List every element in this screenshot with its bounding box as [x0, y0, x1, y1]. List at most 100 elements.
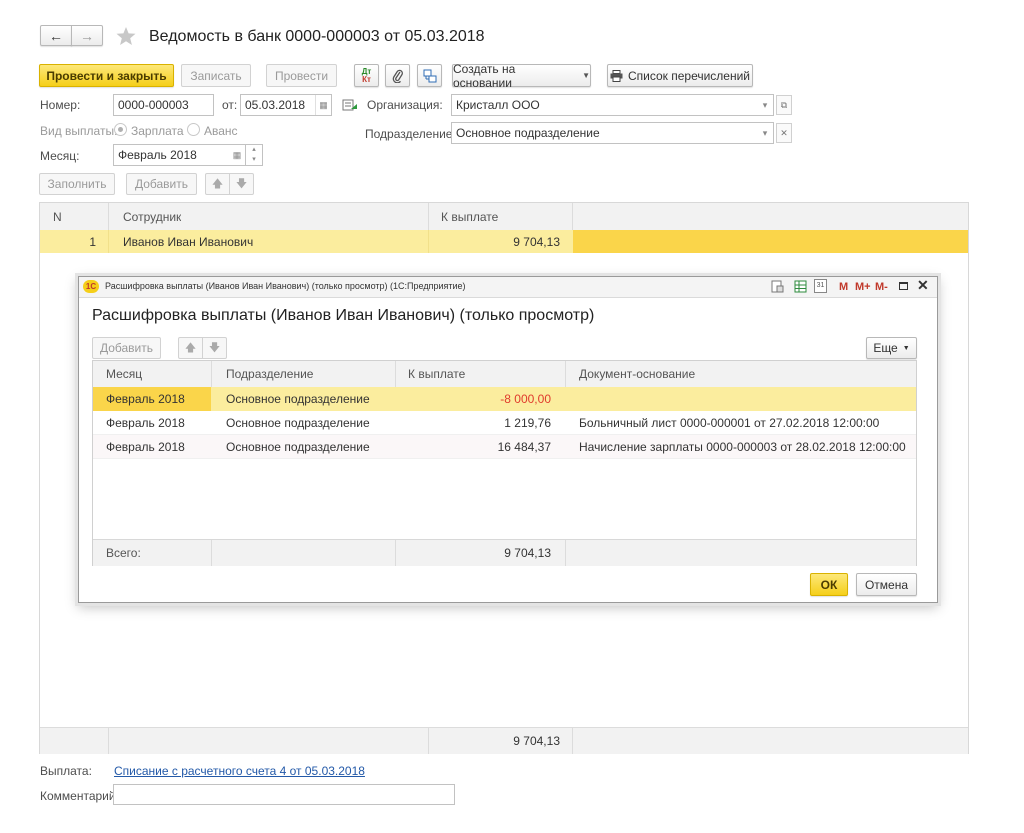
structure-button[interactable]: [417, 64, 442, 87]
payment-breakdown-dialog: 1С Расшифровка выплаты (Иванов Иван Иван…: [78, 276, 938, 603]
fill-label: Заполнить: [47, 177, 107, 191]
header-basis-document[interactable]: Документ-основание: [579, 367, 695, 381]
number-field[interactable]: 0000-000003: [113, 94, 214, 116]
column-divider: [108, 728, 109, 754]
cancel-label: Отмена: [864, 577, 909, 592]
table-row[interactable]: Февраль 2018 Основное подразделение 16 4…: [93, 435, 916, 459]
number-label: Номер:: [40, 98, 81, 112]
ok-label: ОК: [820, 577, 838, 592]
row-month: Февраль 2018: [106, 416, 185, 430]
organization-field[interactable]: Кристалл ООО ▾: [451, 94, 774, 116]
cancel-button[interactable]: Отмена: [856, 573, 917, 596]
list-transfers-label: Список перечислений: [627, 68, 751, 83]
dialog-move-down-button[interactable]: 🡇: [202, 337, 227, 359]
radio-advance[interactable]: [187, 123, 200, 136]
table-row[interactable]: 1 Иванов Иван Иванович 9 704,13: [40, 230, 968, 253]
column-divider: [565, 540, 566, 566]
header-employee[interactable]: Сотрудник: [123, 210, 181, 224]
total-value: 9 704,13: [504, 546, 551, 560]
post-label: Провести: [274, 68, 329, 83]
more-button[interactable]: Еще ▼: [866, 337, 917, 359]
chevron-down-icon: ▼: [582, 71, 590, 80]
row-employee: Иванов Иван Иванович: [123, 235, 254, 249]
ok-button[interactable]: ОК: [810, 573, 848, 596]
move-up-button[interactable]: 🡅: [205, 173, 230, 195]
table-row[interactable]: Февраль 2018 Основное подразделение 1 21…: [93, 411, 916, 435]
arrow-down-icon: 🡇: [208, 341, 221, 354]
date-label: от:: [222, 98, 238, 112]
save-button[interactable]: Записать: [181, 64, 251, 87]
table-footer: Всего: 9 704,13: [93, 539, 916, 566]
print-preview-icon[interactable]: [771, 280, 784, 297]
arrow-right-icon: →: [80, 27, 94, 44]
dropdown-arrow-icon[interactable]: ▾: [757, 123, 773, 143]
dialog-titlebar: 1С Расшифровка выплаты (Иванов Иван Иван…: [79, 277, 937, 298]
row-amount: -8 000,00: [500, 392, 551, 406]
table-row[interactable]: Февраль 2018 Основное подразделение -8 0…: [93, 387, 916, 411]
date-value: 05.03.2018: [245, 98, 306, 112]
column-divider: [565, 361, 566, 387]
favorite-star-icon[interactable]: [115, 25, 137, 47]
column-divider: [211, 361, 212, 387]
calendar-icon[interactable]: ▦: [315, 95, 331, 115]
attachment-button[interactable]: [385, 64, 410, 87]
add-button[interactable]: Добавить: [126, 173, 197, 195]
nav-forward-button[interactable]: →: [71, 25, 103, 46]
list-transfers-button[interactable]: Список перечислений: [607, 64, 753, 87]
header-n[interactable]: N: [53, 210, 62, 224]
spreadsheet-icon[interactable]: [794, 280, 807, 297]
memory-plus-icon[interactable]: M+: [855, 280, 871, 294]
column-divider: [428, 203, 429, 230]
move-down-button[interactable]: 🡇: [229, 173, 254, 195]
fill-button[interactable]: Заполнить: [39, 173, 115, 195]
clear-department-icon[interactable]: ✕: [776, 123, 792, 143]
dialog-move-up-button[interactable]: 🡅: [178, 337, 203, 359]
column-divider: [108, 230, 109, 253]
memory-minus-icon[interactable]: M-: [875, 280, 888, 294]
comment-input[interactable]: [113, 784, 455, 805]
memory-m-icon[interactable]: M: [839, 280, 848, 294]
calendar-icon[interactable]: 31: [814, 279, 827, 293]
radio-salary-label: Зарплата: [131, 124, 184, 138]
arrow-up-icon: 🡅: [211, 177, 224, 190]
chevron-down-icon: ▼: [902, 344, 910, 352]
document-edit-icon[interactable]: [342, 98, 358, 112]
dialog-add-label: Добавить: [99, 341, 154, 355]
breakdown-table: Месяц Подразделение К выплате Документ-о…: [92, 360, 917, 566]
header-amount[interactable]: К выплате: [441, 210, 498, 224]
maximize-icon[interactable]: [899, 282, 908, 290]
create-based-on-button[interactable]: Создать на основании ▼: [452, 61, 591, 90]
header-month[interactable]: Месяц: [106, 367, 142, 381]
close-icon[interactable]: ✕: [917, 278, 929, 292]
column-divider: [108, 203, 109, 230]
dropdown-arrow-icon[interactable]: ▾: [757, 95, 773, 115]
nav-back-button[interactable]: ←: [40, 25, 72, 46]
column-divider: [572, 203, 573, 230]
post-button[interactable]: Провести: [266, 64, 337, 87]
post-and-close-label: Провести и закрыть: [46, 68, 167, 83]
dialog-add-button[interactable]: Добавить: [92, 337, 161, 359]
dt-kt-button[interactable]: Дт Кт: [354, 64, 379, 87]
date-field[interactable]: 05.03.2018 ▦: [240, 94, 332, 116]
footer-total: 9 704,13: [513, 734, 560, 748]
header-amount[interactable]: К выплате: [408, 367, 465, 381]
month-stepper[interactable]: ▴ ▾: [246, 144, 263, 166]
department-field[interactable]: Основное подразделение ▾: [451, 122, 774, 144]
row-amount: 1 219,76: [504, 416, 551, 430]
header-department[interactable]: Подразделение: [226, 367, 313, 381]
month-label: Месяц:: [40, 149, 80, 163]
payment-document-link[interactable]: Списание с расчетного счета 4 от 05.03.2…: [114, 764, 365, 778]
app-logo-icon: 1С: [83, 280, 99, 293]
radio-advance-label: Аванс: [204, 124, 238, 138]
printer-icon: [610, 69, 623, 82]
department-value: Основное подразделение: [456, 126, 600, 140]
radio-salary[interactable]: [114, 123, 127, 136]
month-field[interactable]: Февраль 2018 ▦: [113, 144, 246, 166]
row-basis-document: Начисление зарплаты 0000-000003 от 28.02…: [579, 440, 906, 454]
radio-dot: [118, 127, 123, 132]
column-divider: [395, 361, 396, 387]
create-based-on-label: Создать на основании: [453, 61, 516, 90]
open-organization-icon[interactable]: ⧉: [776, 95, 792, 115]
post-and-close-button[interactable]: Провести и закрыть: [39, 64, 174, 87]
calendar-icon[interactable]: ▦: [229, 145, 245, 165]
